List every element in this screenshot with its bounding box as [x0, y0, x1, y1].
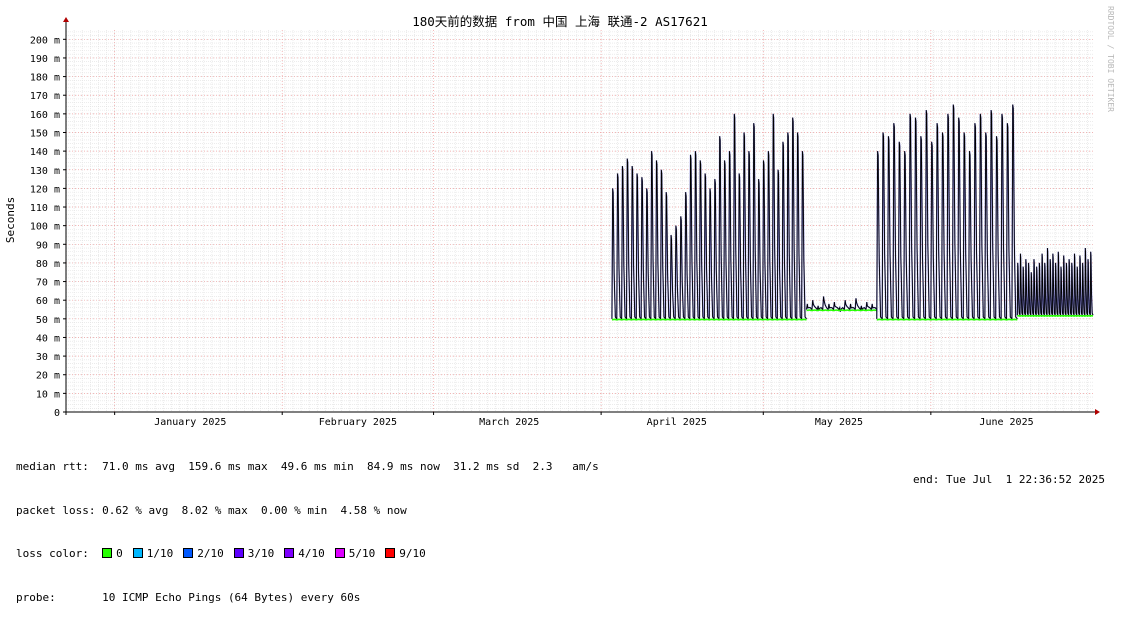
loss-legend-item: 1/10 [132, 547, 174, 560]
loss-legend-item: 9/10 [385, 547, 426, 560]
x-axis-arrow [1095, 409, 1100, 415]
loss-swatch [183, 548, 194, 558]
probe-row: probe: 10 ICMP Echo Pings (64 Bytes) eve… [16, 591, 599, 606]
loss-swatch [132, 548, 143, 558]
loss-color-legend: 0 1/10 2/10 3/10 4/10 5/10 9/10 [102, 547, 436, 560]
y-tick-label: 30 m [36, 352, 60, 363]
watermark: RRDTOOL / TOBI OETIKER [1106, 6, 1115, 112]
y-tick-label: 130 m [30, 166, 60, 177]
rtt-loss-seg-1 [806, 309, 877, 312]
loss-swatch [102, 548, 113, 558]
y-tick-label: 140 m [30, 147, 60, 158]
x-tick-label: March 2025 [479, 417, 539, 428]
probe-label: probe: [16, 590, 56, 604]
y-tick-label: 50 m [36, 315, 60, 326]
y-tick-label: 150 m [30, 128, 60, 139]
rtt-loss-seg-0 [611, 318, 807, 321]
y-tick-label: 110 m [30, 203, 60, 214]
end-timestamp: end: Tue Jul 1 22:36:52 2025 [912, 473, 1105, 486]
probe-value: 10 ICMP Echo Pings (64 Bytes) every 60s [102, 590, 361, 604]
median-rtt-label: median rtt: [16, 460, 89, 473]
y-tick-label: 40 m [36, 333, 60, 344]
loss-legend-label: 2/10 [197, 547, 224, 560]
rtt-loss-seg-3 [1017, 314, 1094, 317]
y-tick-label: 200 m [30, 35, 60, 46]
loss-legend-label: 1/10 [146, 547, 174, 560]
chart-title: 180天前的数据 from 中国 上海 联通-2 AS17621 [412, 14, 708, 29]
x-tick-label: June 2025 [979, 417, 1033, 428]
y-tick-label: 190 m [30, 54, 60, 65]
loss-legend-label: 3/10 [247, 547, 275, 560]
loss-legend-label: 9/10 [399, 547, 426, 560]
packet-loss-values: 0.62 % avg 8.02 % max 0.00 % min 4.58 % … [102, 503, 407, 517]
packet-loss-label: packet loss: [16, 503, 96, 517]
y-tick-label: 70 m [36, 278, 60, 289]
y-tick-label: 90 m [36, 240, 60, 251]
median-rtt-values: 71.0 ms avg 159.6 ms max 49.6 ms min 84.… [102, 460, 599, 473]
loss-legend-item: 5/10 [334, 547, 376, 560]
loss-swatch [233, 548, 244, 558]
loss-legend-item: 0 [102, 547, 123, 560]
loss-legend-item: 2/10 [183, 547, 224, 560]
y-tick-label: 10 m [36, 389, 60, 400]
x-tick-label: May 2025 [815, 417, 863, 428]
y-tick-label: 80 m [36, 259, 60, 270]
y-tick-label: 120 m [30, 184, 60, 195]
loss-swatch [284, 548, 295, 558]
x-tick-label: April 2025 [647, 417, 707, 428]
loss-legend-label: 4/10 [298, 547, 325, 560]
stats-panel: median rtt: 71.0 ms avg 159.6 ms max 49.… [16, 431, 599, 620]
y-tick-label: 100 m [30, 222, 60, 233]
loss-swatch [385, 548, 396, 558]
rtt-chart: 0 10 m 20 m 30 m 40 m 50 m 60 m 70 m 80 m 90 m 100… [4, 6, 1115, 428]
x-tick-label: February 2025 [319, 417, 397, 428]
loss-legend-label: 5/10 [348, 547, 376, 560]
y-axis-arrow [63, 17, 69, 22]
y-tick-label: 0 [54, 408, 60, 419]
median-rtt-row: median rtt: 71.0 ms avg 159.6 ms max 49.… [16, 460, 599, 475]
loss-color-row: loss color: 0 1/10 2/10 3/10 4/10 5/10 9/10 [16, 547, 599, 562]
packet-loss-row: packet loss: 0.62 % avg 8.02 % max 0.00 … [16, 504, 599, 519]
loss-legend-item: 3/10 [233, 547, 275, 560]
rtt-loss-seg-2 [876, 318, 1018, 321]
loss-color-label: loss color: [16, 547, 89, 560]
y-tick-label: 60 m [36, 296, 60, 307]
loss-legend-item: 4/10 [284, 547, 325, 560]
loss-swatch [334, 548, 345, 558]
y-tick-label: 160 m [30, 110, 60, 121]
y-tick-label: 180 m [30, 73, 60, 84]
y-tick-label: 20 m [36, 371, 60, 382]
y-axis-label: Seconds [4, 197, 17, 243]
x-tick-label: January 2025 [154, 417, 226, 428]
loss-legend-label: 0 [116, 547, 123, 560]
y-tick-label: 170 m [30, 91, 60, 102]
